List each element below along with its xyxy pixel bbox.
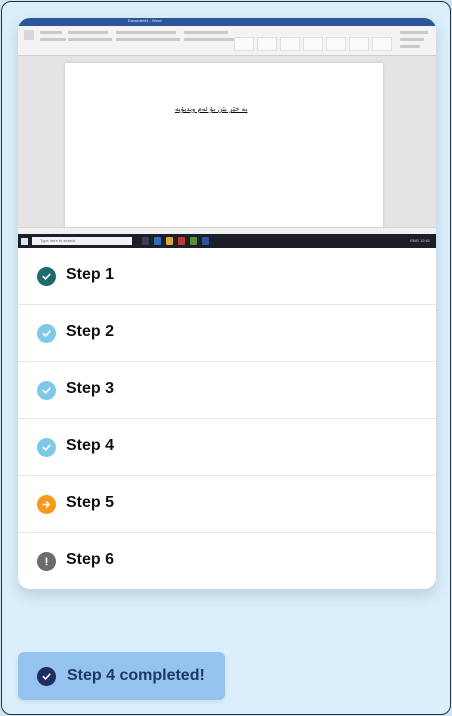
step-item-5[interactable]: Step 5	[18, 476, 436, 533]
taskview-icon	[142, 237, 149, 245]
step-1-label: Step 1	[66, 266, 115, 283]
preview-document-area: بە خێر بێن بۆ ئەم ویدیۆیە	[18, 56, 436, 231]
step-item-4[interactable]: Step 4	[18, 419, 436, 476]
step-item-2[interactable]: Step 2	[18, 305, 436, 362]
step-item-1[interactable]: Step 1	[18, 248, 436, 305]
step-item-3[interactable]: Step 3	[18, 362, 436, 419]
preview-document-text: بە خێر بێن بۆ ئەم ویدیۆیە	[175, 105, 248, 113]
preview-tray-text: ENG 12:41	[410, 238, 430, 243]
recorder-icon	[178, 237, 185, 245]
step-4-label: Step 4	[66, 437, 115, 454]
preview-status-bar	[18, 227, 436, 234]
check-icon	[42, 273, 51, 280]
preview-ribbon	[18, 26, 436, 56]
arrow-right-icon	[42, 501, 50, 508]
step-2-status-icon	[37, 324, 56, 343]
step-6-label: Step 6	[66, 551, 115, 568]
check-icon	[42, 387, 51, 394]
step-3-status-icon	[37, 381, 56, 400]
step-4-status-icon	[37, 438, 56, 457]
step-2-label: Step 2	[66, 323, 115, 340]
word-icon	[202, 237, 209, 245]
chrome-icon	[190, 237, 197, 245]
preview-page: بە خێر بێن بۆ ئەم ویدیۆیە	[65, 63, 383, 231]
windows-logo-icon	[21, 238, 28, 245]
exclamation-icon	[45, 557, 48, 566]
completion-toast: Step 4 completed!	[18, 652, 225, 700]
app-frame: Document1 - Word بە خێر بێن بۆ ئەم ویدیۆ…	[1, 1, 451, 715]
step-item-6[interactable]: Step 6	[18, 533, 436, 589]
toast-message: Step 4 completed!	[67, 667, 205, 684]
step-1-status-icon	[37, 267, 56, 286]
tutorial-card: Document1 - Word بە خێر بێن بۆ ئەم ویدیۆ…	[18, 18, 436, 589]
check-icon	[42, 330, 51, 337]
step-5-status-icon	[37, 495, 56, 514]
preview-title-bar: Document1 - Word	[18, 18, 436, 26]
step-list: Step 1 Step 2 Step 3 Step 4 Step 5 Step …	[18, 248, 436, 589]
step-6-status-icon	[37, 552, 56, 571]
check-icon	[42, 444, 51, 451]
screenshot-preview: Document1 - Word بە خێر بێن بۆ ئەم ویدیۆ…	[18, 18, 436, 248]
toast-check-icon	[37, 667, 56, 686]
check-icon	[42, 673, 51, 680]
preview-taskbar: Type here to search ENG 12:41	[18, 234, 436, 248]
step-5-label: Step 5	[66, 494, 115, 511]
preview-window-title: Document1 - Word	[128, 18, 162, 23]
explorer-icon	[166, 237, 173, 245]
edge-icon	[154, 237, 161, 245]
preview-taskbar-search: Type here to search	[32, 237, 132, 245]
step-3-label: Step 3	[66, 380, 115, 397]
preview-search-placeholder: Type here to search	[40, 238, 76, 243]
